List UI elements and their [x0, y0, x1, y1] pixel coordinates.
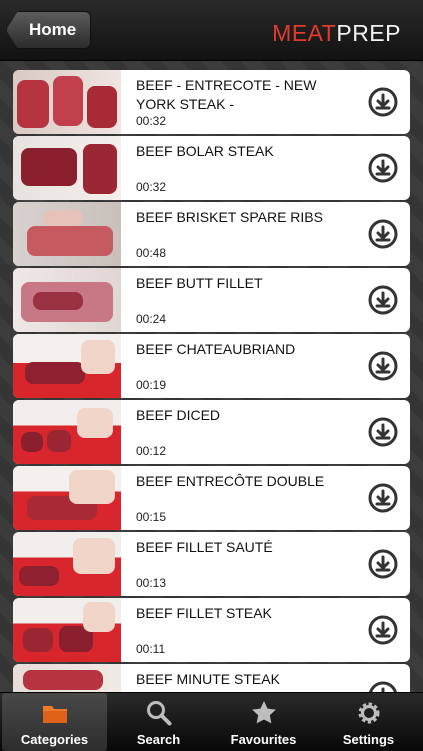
- tab-categories[interactable]: Categories: [2, 693, 107, 751]
- video-thumbnail: [13, 202, 121, 266]
- item-duration: 00:24: [136, 312, 167, 326]
- item-title: BEEF BOLAR STEAK: [136, 143, 274, 159]
- list-item[interactable]: BEEF MINUTE STEAK: [13, 664, 410, 692]
- star-icon: [251, 701, 276, 724]
- list-item[interactable]: BEEF BRISKET SPARE RIBS 00:48: [13, 202, 410, 266]
- item-title: BEEF ENTRECÔTE DOUBLE: [136, 473, 325, 489]
- item-duration: 00:48: [136, 246, 167, 260]
- list-item[interactable]: BEEF CHATEAUBRIAND 00:19: [13, 334, 410, 398]
- tab-search[interactable]: Search: [106, 693, 211, 751]
- download-icon[interactable]: [368, 681, 398, 692]
- download-icon[interactable]: [368, 483, 398, 513]
- list-item[interactable]: BEEF ENTRECÔTE DOUBLE 00:15: [13, 466, 410, 530]
- item-title: BEEF BUTT FILLET: [136, 275, 263, 291]
- download-icon[interactable]: [368, 153, 398, 183]
- video-thumbnail: [13, 268, 121, 332]
- tab-settings-label: Settings: [342, 732, 395, 747]
- download-icon[interactable]: [368, 87, 398, 117]
- video-thumbnail: [13, 70, 121, 134]
- item-title: BEEF DICED: [136, 407, 221, 423]
- video-thumbnail: [13, 598, 121, 662]
- item-duration: 00:32: [136, 180, 167, 194]
- list-item[interactable]: BEEF BOLAR STEAK 00:32: [13, 136, 410, 200]
- video-list: BEEF - ENTRECOTE - NEW YORK STEAK - 00:3…: [13, 70, 410, 692]
- navigation-bar: Home MEATPREP: [0, 0, 423, 61]
- folder-icon: [42, 706, 67, 723]
- video-thumbnail: [13, 532, 121, 596]
- video-thumbnail: [13, 334, 121, 398]
- item-title: BEEF FILLET STEAK: [136, 605, 272, 621]
- item-title: BEEF MINUTE STEAK: [136, 671, 280, 687]
- app-logo: MEATPREP: [272, 20, 401, 47]
- tab-categories-label: Categories: [20, 732, 89, 747]
- home-back-button[interactable]: Home: [6, 11, 92, 49]
- tab-search-label: Search: [136, 732, 181, 747]
- video-thumbnail: [13, 136, 121, 200]
- tab-favourites[interactable]: Favourites: [211, 693, 316, 751]
- search-icon: [146, 701, 171, 726]
- tab-bar: Categories Search Favourites Settings: [0, 692, 423, 751]
- tab-favourites-label: Favourites: [230, 732, 297, 747]
- video-list-area[interactable]: BEEF - ENTRECOTE - NEW YORK STEAK - 00:3…: [0, 61, 423, 692]
- item-title: BEEF CHATEAUBRIAND: [136, 341, 296, 357]
- download-icon[interactable]: [368, 417, 398, 447]
- video-thumbnail: [13, 400, 121, 464]
- video-thumbnail: [13, 466, 121, 530]
- item-duration: 00:13: [136, 576, 167, 590]
- item-title: BEEF FILLET SAUTÉ: [136, 539, 273, 555]
- list-item[interactable]: BEEF - ENTRECOTE - NEW YORK STEAK - 00:3…: [13, 70, 410, 134]
- download-icon[interactable]: [368, 285, 398, 315]
- list-item[interactable]: BEEF FILLET SAUTÉ 00:13: [13, 532, 410, 596]
- gear-icon: [358, 702, 379, 724]
- video-thumbnail: [13, 664, 121, 692]
- item-duration: 00:15: [136, 510, 167, 524]
- item-duration: 00:32: [136, 114, 167, 128]
- list-item[interactable]: BEEF BUTT FILLET 00:24: [13, 268, 410, 332]
- tab-settings[interactable]: Settings: [316, 693, 421, 751]
- list-item[interactable]: BEEF DICED 00:12: [13, 400, 410, 464]
- logo-meat-text: MEAT: [272, 20, 337, 46]
- list-item[interactable]: BEEF FILLET STEAK 00:11: [13, 598, 410, 662]
- item-title: BEEF - ENTRECOTE - NEW YORK STEAK -: [136, 77, 317, 112]
- item-title: BEEF BRISKET SPARE RIBS: [136, 209, 323, 225]
- download-icon[interactable]: [368, 615, 398, 645]
- item-duration: 00:19: [136, 378, 167, 392]
- download-icon[interactable]: [368, 219, 398, 249]
- item-duration: 00:11: [136, 642, 166, 656]
- logo-prep-text: PREP: [336, 20, 401, 46]
- download-icon[interactable]: [368, 351, 398, 381]
- item-duration: 00:12: [136, 444, 167, 458]
- download-icon[interactable]: [368, 549, 398, 579]
